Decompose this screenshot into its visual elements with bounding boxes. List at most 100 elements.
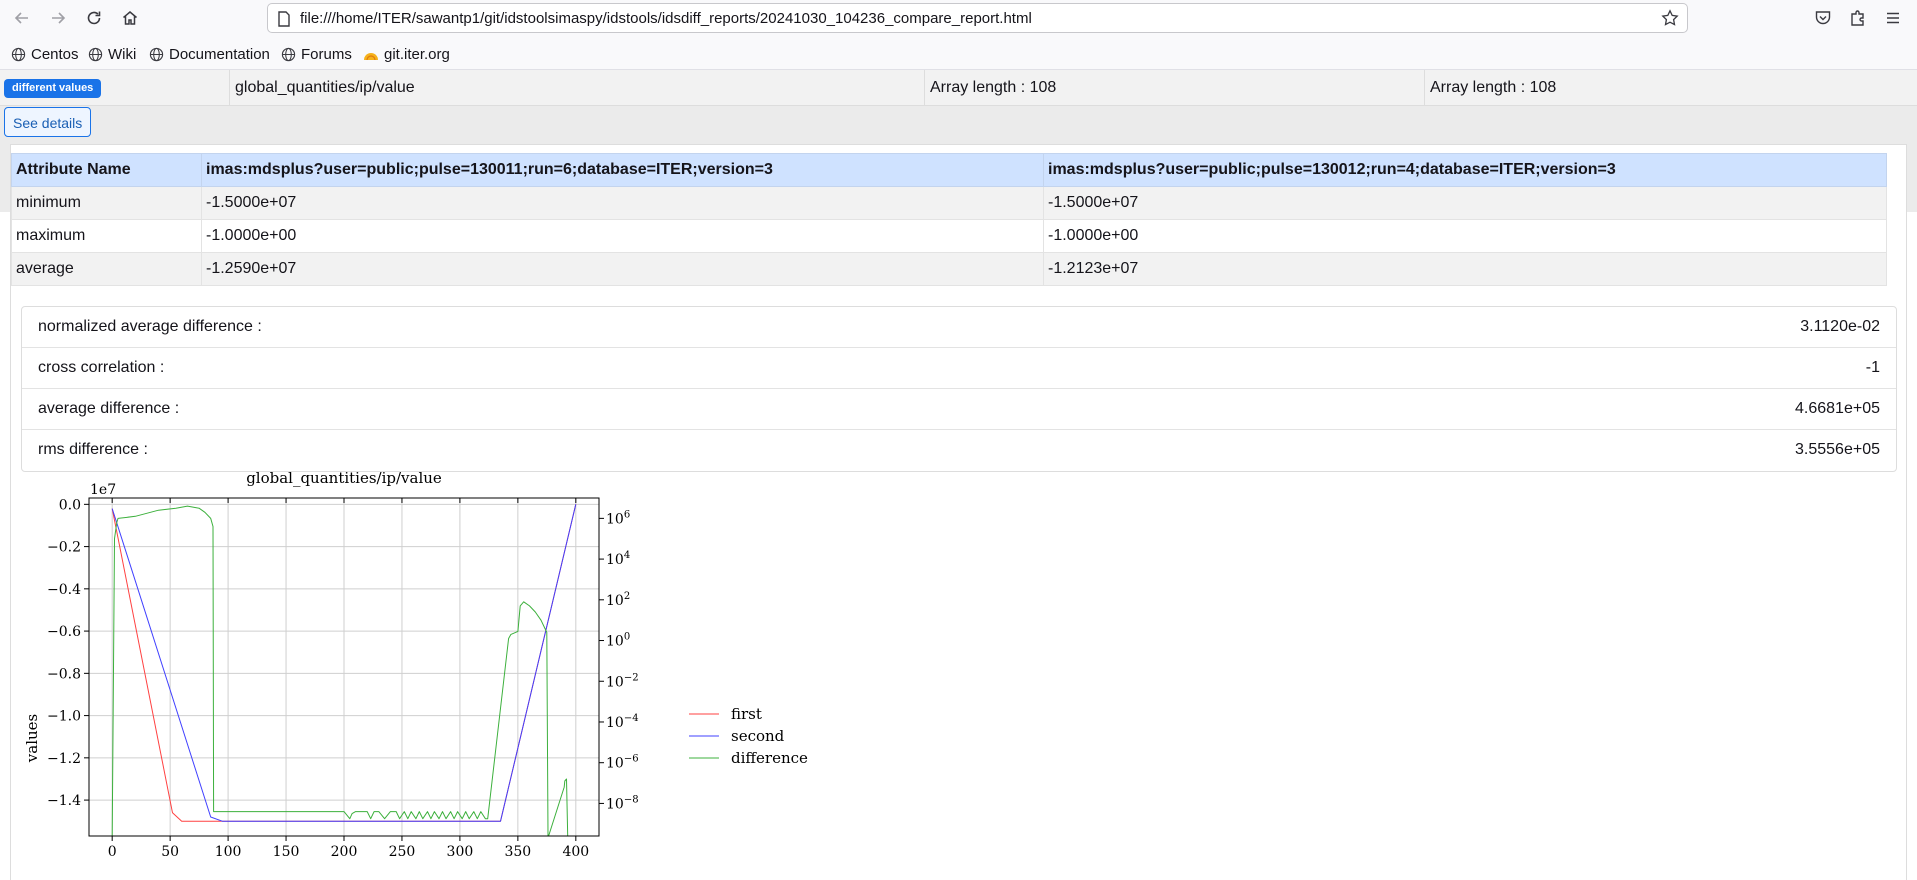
- bookmarks-bar: Centos Wiki Documentation Forums git.ite…: [0, 37, 1917, 70]
- table-cell: maximum: [11, 219, 202, 253]
- column-header: imas:mdsplus?user=public;pulse=130012;ru…: [1043, 153, 1887, 187]
- forward-button[interactable]: [46, 6, 70, 30]
- table-row: minimum -1.5000e+07 -1.5000e+07: [11, 186, 1887, 220]
- y-offset-label: 1e7: [90, 482, 116, 498]
- back-button[interactable]: [10, 6, 34, 30]
- y2-tick-label: 10−6: [606, 754, 639, 772]
- y2-tick-label: 100: [606, 632, 630, 650]
- table-cell: average: [11, 252, 202, 286]
- y-tick-label: −1.0: [47, 709, 81, 725]
- right-array-length: Array length : 108: [1424, 70, 1917, 106]
- home-button[interactable]: [118, 6, 142, 30]
- comparison-chart: global_quantities/ip/value 1e7 values 0 5…: [23, 471, 808, 860]
- stat-value: -1: [1865, 359, 1880, 376]
- page-icon: [278, 11, 290, 27]
- x-tick-label: 350: [504, 844, 531, 860]
- x-tick-label: 200: [331, 844, 358, 860]
- puzzle-icon: [1851, 10, 1864, 26]
- menu-button[interactable]: [1881, 6, 1905, 30]
- y-tick-label: −1.4: [47, 793, 81, 809]
- stat-label: normalized average difference :: [38, 318, 262, 335]
- stat-value: 3.5556e+05: [1795, 441, 1880, 458]
- y-tick-label: 0.0: [59, 497, 81, 513]
- bookmark-documentation[interactable]: Documentation: [149, 44, 270, 64]
- legend: first second difference: [689, 705, 808, 767]
- globe-icon: [88, 47, 103, 61]
- y2-tick-label: 106: [606, 509, 630, 527]
- axis-ticks: 0 50 100 150 200 250 300 350 400 0.0 −0.2 −0.4 −0.6 −…: [47, 497, 639, 860]
- x-tick-label: 50: [161, 844, 179, 860]
- bookmark-label: Forums: [301, 45, 352, 63]
- grid-lines: [89, 498, 599, 836]
- y-tick-label: −1.2: [47, 751, 81, 767]
- column-header: Attribute Name: [11, 153, 202, 187]
- pocket-button[interactable]: [1811, 6, 1835, 30]
- y-axis-label: values: [23, 714, 41, 763]
- stat-row: average difference : 4.6681e+05: [22, 389, 1896, 430]
- series-line-difference: [111, 505, 569, 837]
- legend-label: first: [731, 705, 762, 723]
- stat-label: average difference :: [38, 400, 180, 417]
- table-cell: -1.0000e+00: [1043, 219, 1887, 253]
- table-cell: -1.5000e+07: [201, 186, 1044, 220]
- stat-value: 4.6681e+05: [1795, 400, 1880, 417]
- y-tick-label: −0.2: [47, 540, 81, 556]
- bookmark-label: git.iter.org: [384, 45, 450, 63]
- y-tick-label: −0.8: [47, 666, 81, 682]
- table-row: average -1.2590e+07 -1.2123e+07: [11, 252, 1887, 286]
- bookmark-centos[interactable]: Centos: [11, 44, 79, 64]
- extensions-button[interactable]: [1846, 6, 1870, 30]
- status-badge: different values: [4, 79, 102, 98]
- y2-tick-label: 104: [606, 550, 630, 568]
- comparison-summary-row: different values global_quantities/ip/va…: [0, 70, 1917, 106]
- field-path: global_quantities/ip/value: [229, 70, 924, 106]
- hamburger-menu-icon: [1887, 12, 1899, 24]
- pocket-icon: [1815, 11, 1831, 25]
- see-details-button[interactable]: See details: [4, 107, 92, 137]
- home-icon: [123, 11, 137, 25]
- git-iter-logo-icon: [364, 53, 378, 61]
- reload-icon: [87, 11, 101, 25]
- y2-tick-label: 10−4: [606, 713, 639, 731]
- y2-tick-label: 102: [606, 591, 630, 609]
- x-tick-label: 150: [273, 844, 300, 860]
- forward-arrow-icon: [52, 12, 66, 24]
- chart-title: global_quantities/ip/value: [246, 471, 442, 487]
- y-tick-label: −0.4: [47, 582, 81, 598]
- reload-button[interactable]: [82, 6, 106, 30]
- x-tick-label: 300: [447, 844, 474, 860]
- stat-label: cross correlation :: [38, 359, 165, 376]
- bookmark-git-iter[interactable]: git.iter.org: [363, 44, 450, 64]
- stat-row: cross correlation : -1: [22, 348, 1896, 389]
- bookmark-star-icon[interactable]: [1661, 9, 1679, 27]
- x-tick-label: 400: [562, 844, 589, 860]
- x-tick-label: 0: [108, 844, 117, 860]
- bookmark-label: Centos: [31, 45, 79, 63]
- stat-value: 3.1120e-02: [1800, 318, 1880, 335]
- table-cell: -1.0000e+00: [201, 219, 1044, 253]
- column-header: imas:mdsplus?user=public;pulse=130011;ru…: [201, 153, 1044, 187]
- bookmark-wiki[interactable]: Wiki: [88, 44, 136, 64]
- bookmark-forums[interactable]: Forums: [281, 44, 352, 64]
- stat-row: rms difference : 3.5556e+05: [22, 430, 1896, 471]
- attribute-table: Attribute Name imas:mdsplus?user=public;…: [11, 153, 1887, 286]
- table-cell: minimum: [11, 186, 202, 220]
- globe-icon: [11, 47, 26, 61]
- browser-toolbar: file:///home/ITER/sawantp1/git/idstoolsi…: [0, 0, 1917, 36]
- table-cell: -1.2590e+07: [201, 252, 1044, 286]
- y2-tick-label: 10−2: [606, 672, 639, 690]
- difference-stats-list: normalized average difference : 3.1120e-…: [21, 306, 1897, 472]
- table-cell: -1.2123e+07: [1043, 252, 1887, 286]
- globe-icon: [281, 47, 296, 61]
- x-tick-label: 250: [389, 844, 416, 860]
- stat-label: rms difference :: [38, 441, 148, 458]
- url-bar[interactable]: file:///home/ITER/sawantp1/git/idstoolsi…: [267, 3, 1688, 33]
- table-row: maximum -1.0000e+00 -1.0000e+00: [11, 219, 1887, 253]
- bookmark-label: Wiki: [108, 45, 137, 63]
- y-tick-label: −0.6: [47, 624, 81, 640]
- back-arrow-icon: [14, 12, 28, 24]
- stat-row: normalized average difference : 3.1120e-…: [22, 307, 1896, 348]
- x-tick-label: 100: [215, 844, 242, 860]
- table-cell: -1.5000e+07: [1043, 186, 1887, 220]
- series-lines: [111, 504, 577, 837]
